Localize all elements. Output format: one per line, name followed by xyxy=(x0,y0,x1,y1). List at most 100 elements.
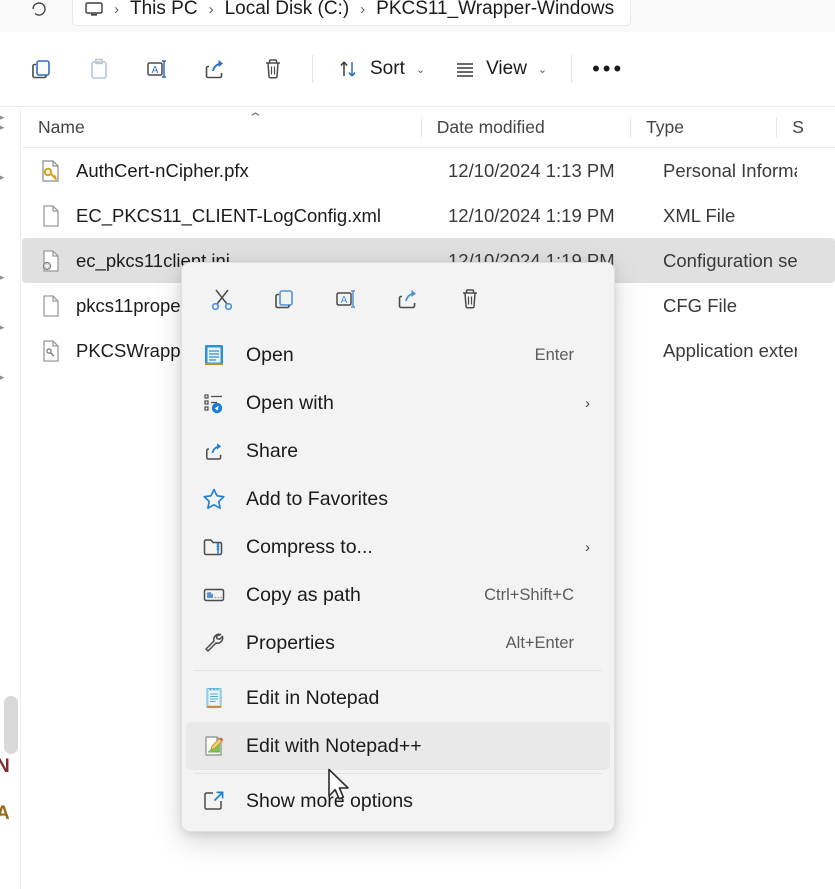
rename-icon: A xyxy=(331,284,361,314)
column-header-type[interactable]: Type xyxy=(630,108,776,147)
blank-document-icon xyxy=(38,293,64,319)
trash-icon xyxy=(455,284,485,314)
chevron-right-icon: › xyxy=(585,395,590,412)
sort-button[interactable]: Sort ⌄ xyxy=(323,46,439,92)
context-menu: A xyxy=(181,262,615,832)
sidebar-text-fragment[interactable]: A xyxy=(0,803,10,825)
context-menu-item-show-more-options[interactable]: Show more options xyxy=(186,777,610,825)
context-menu-item-open-with[interactable]: Open with › xyxy=(186,379,610,427)
command-bar: A Sort ⌄ xyxy=(0,32,835,107)
context-menu-divider xyxy=(194,670,602,671)
sidebar-scrollbar-thumb[interactable] xyxy=(4,696,18,754)
wrench-icon xyxy=(200,629,228,657)
column-headers: Name ⌃ Date modified Type S xyxy=(22,108,835,148)
zip-folder-icon xyxy=(200,533,228,561)
context-menu-item-properties[interactable]: Properties Alt+Enter xyxy=(186,619,610,667)
context-menu-item-shortcut: Ctrl+Shift+C xyxy=(484,586,574,605)
context-menu-item-edit-in-notepad[interactable]: Edit in Notepad xyxy=(186,674,610,722)
star-icon xyxy=(200,485,228,513)
cut-button[interactable] xyxy=(192,275,252,323)
file-name-label: PKCSWrappe xyxy=(76,340,191,362)
copy-button[interactable] xyxy=(12,46,70,92)
toolbar-divider xyxy=(571,55,572,83)
copy-as-path-icon xyxy=(200,581,228,609)
tree-expander-chevron-icon[interactable]: ➤ xyxy=(0,168,11,188)
file-date-cell: 12/10/2024 1:13 PM xyxy=(432,160,647,182)
delete-button[interactable] xyxy=(440,275,500,323)
tree-expander-chevron-icon[interactable]: ➤ xyxy=(0,108,11,128)
context-menu-item-label: Open with xyxy=(246,392,585,415)
view-button[interactable]: View ⌄ xyxy=(439,46,561,92)
context-menu-item-label: Add to Favorites xyxy=(246,488,596,511)
context-menu-item-label: Show more options xyxy=(246,790,596,813)
breadcrumb-separator: › xyxy=(204,1,219,18)
tree-expander-chevron-icon[interactable]: ➤ xyxy=(0,318,11,338)
context-menu-item-label: Edit with Notepad++ xyxy=(246,735,596,758)
file-name-cell: EC_PKCS11_CLIENT-LogConfig.xml xyxy=(22,203,432,229)
refresh-button[interactable] xyxy=(22,0,56,26)
copy-icon xyxy=(26,54,56,84)
table-row[interactable]: AuthCert-nCipher.pfx 12/10/2024 1:13 PM … xyxy=(22,148,835,193)
delete-button[interactable] xyxy=(244,46,302,92)
ini-settings-icon xyxy=(38,248,64,274)
breadcrumb-separator: › xyxy=(109,1,124,18)
column-header-date-modified[interactable]: Date modified xyxy=(421,108,630,147)
tree-expander-chevron-icon[interactable]: ➤ xyxy=(0,368,11,388)
column-header-size-label: S xyxy=(792,117,804,138)
notepad-icon xyxy=(200,684,228,712)
blank-document-icon xyxy=(38,203,64,229)
column-header-size[interactable]: S xyxy=(776,108,835,147)
share-button[interactable] xyxy=(378,275,438,323)
share-button[interactable] xyxy=(186,46,244,92)
refresh-icon xyxy=(29,0,49,19)
context-menu-item-edit-with-notepadpp[interactable]: Edit with Notepad++ xyxy=(186,722,610,770)
sort-ascending-icon: ⌃ xyxy=(247,110,263,126)
chevron-down-icon: ⌄ xyxy=(416,63,425,76)
column-header-type-label: Type xyxy=(646,117,684,138)
toolbar-divider xyxy=(312,55,313,83)
file-type-cell: Personal Informati... xyxy=(647,160,797,182)
more-options-button[interactable]: ••• xyxy=(582,46,634,92)
share-icon xyxy=(393,284,423,314)
address-bar-strip: › This PC › Local Disk (C:) › PKCS11_Wra… xyxy=(0,0,835,32)
copy-button[interactable] xyxy=(254,275,314,323)
tree-expander-chevron-icon[interactable]: ➤ xyxy=(0,268,11,288)
context-menu-item-add-to-favorites[interactable]: Add to Favorites xyxy=(186,475,610,523)
file-date-cell: 12/10/2024 1:19 PM xyxy=(432,205,647,227)
context-menu-item-compress-to[interactable]: Compress to... › xyxy=(186,523,610,571)
breadcrumb-item-this-pc[interactable]: This PC xyxy=(124,0,204,20)
rename-icon: A xyxy=(142,54,172,84)
breadcrumb-item-local-disk[interactable]: Local Disk (C:) xyxy=(219,0,356,20)
breadcrumb-separator: › xyxy=(355,1,370,18)
context-menu-item-label: Edit in Notepad xyxy=(246,687,596,710)
breadcrumb[interactable]: › This PC › Local Disk (C:) › PKCS11_Wra… xyxy=(72,0,631,26)
table-row[interactable]: EC_PKCS11_CLIENT-LogConfig.xml 12/10/202… xyxy=(22,193,835,238)
rename-button[interactable]: A xyxy=(128,46,186,92)
context-menu-item-label: Copy as path xyxy=(246,584,484,607)
sidebar-text-fragment[interactable]: N xyxy=(0,756,10,778)
scissors-icon xyxy=(207,284,237,314)
trash-icon xyxy=(258,54,288,84)
notepad-blue-icon xyxy=(200,341,228,369)
context-menu-item-copy-as-path[interactable]: Copy as path Ctrl+Shift+C xyxy=(186,571,610,619)
context-menu-item-label: Properties xyxy=(246,632,506,655)
svg-text:A: A xyxy=(152,65,159,76)
paste-button[interactable] xyxy=(70,46,128,92)
file-type-cell: CFG File xyxy=(647,295,797,317)
rename-button[interactable]: A xyxy=(316,275,376,323)
column-header-name[interactable]: Name ⌃ xyxy=(22,108,421,147)
column-header-name-label: Name xyxy=(38,117,85,138)
column-header-date-label: Date modified xyxy=(437,117,545,138)
share-icon xyxy=(200,437,228,465)
open-with-icon xyxy=(200,389,228,417)
sort-label: Sort xyxy=(370,58,405,80)
context-menu-item-shortcut: Alt+Enter xyxy=(506,634,574,653)
context-menu-item-share[interactable]: Share xyxy=(186,427,610,475)
context-menu-item-shortcut: Enter xyxy=(535,346,574,365)
context-menu-item-open[interactable]: Open Enter xyxy=(186,331,610,379)
navigation-pane: ➤ ➤ ➤ ➤ ➤ ➤ N A xyxy=(0,108,21,889)
context-menu-item-label: Share xyxy=(246,440,596,463)
file-type-cell: Application exten... xyxy=(647,340,797,362)
file-type-cell: XML File xyxy=(647,205,797,227)
breadcrumb-item-current-folder[interactable]: PKCS11_Wrapper-Windows xyxy=(370,0,620,20)
